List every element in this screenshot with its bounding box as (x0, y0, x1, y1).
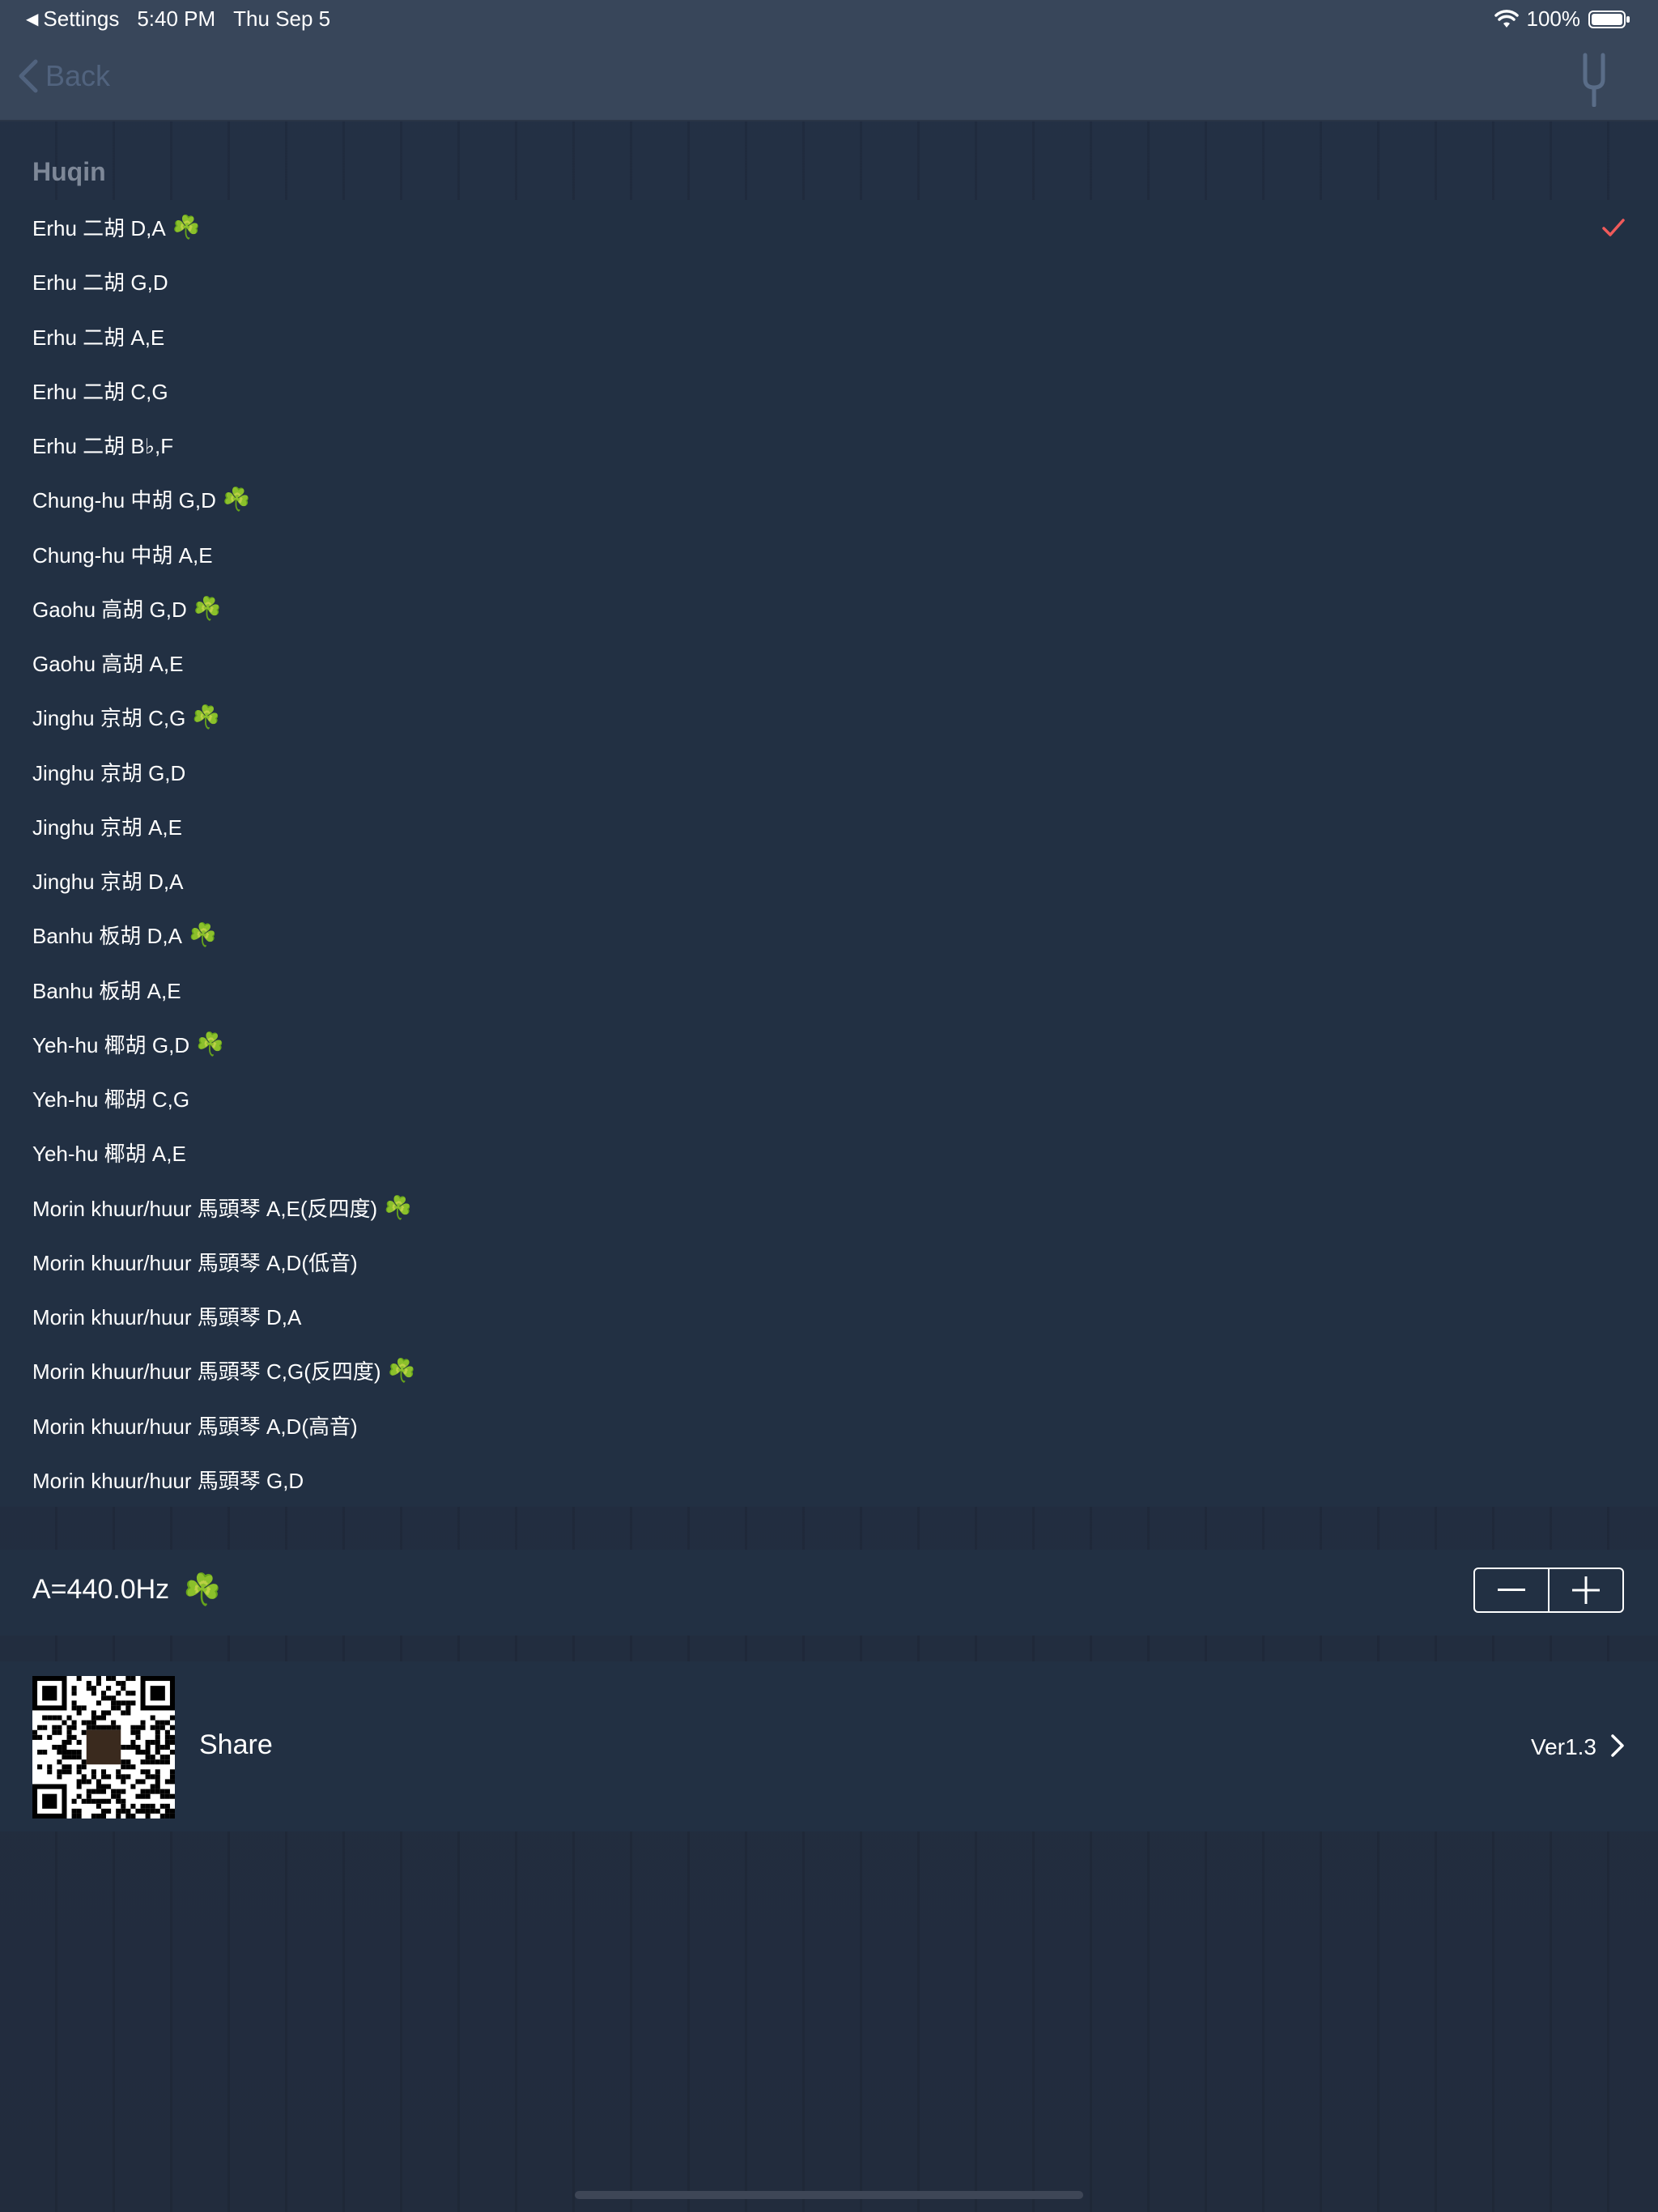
tuning-label: Morin khuur/huur 馬頭琴 D,A (32, 1305, 302, 1330)
status-left: ◀ Settings 5:40 PM Thu Sep 5 (26, 6, 330, 32)
tuning-list: Erhu 二胡 D,A ☘️ Erhu 二胡 G,D Erhu 二胡 A,E Erhu … (0, 200, 1658, 1507)
tuning-row[interactable]: Erhu 二胡 B♭,F (0, 418, 1658, 472)
tuning-row[interactable]: Banhu 板胡 D,A ☘️ (0, 908, 1658, 962)
tuning-row[interactable]: Morin khuur/huur 馬頭琴 G,D (0, 1453, 1658, 1507)
frequency-label: A=440.0Hz (32, 1574, 170, 1605)
clover-icon: ☘️ (222, 487, 251, 513)
back-label: Back (45, 59, 111, 92)
clover-icon: ☘️ (183, 1573, 222, 1607)
home-indicator (575, 2191, 1083, 2199)
tuning-label: Jinghu 京胡 C,G (32, 706, 186, 731)
tuning-row[interactable]: Gaohu 高胡 G,D ☘️ (0, 581, 1658, 636)
tuning-row[interactable]: Chung-hu 中胡 G,D ☘️ (0, 472, 1658, 526)
frequency-stepper[interactable] (1473, 1568, 1624, 1613)
tuning-label: Yeh-hu 椰胡 C,G (32, 1087, 190, 1112)
version-label: Ver1.3 (1531, 1734, 1596, 1759)
clover-icon: ☘️ (188, 922, 217, 948)
tuning-label: Jinghu 京胡 D,A (32, 870, 184, 895)
tuning-row[interactable]: Morin khuur/huur 馬頭琴 A,D(低音) (0, 1235, 1658, 1289)
tuning-row[interactable]: Erhu 二胡 G,D (0, 254, 1658, 308)
tuning-label: Yeh-hu 椰胡 A,E (32, 1142, 186, 1167)
clover-icon: ☘️ (193, 595, 222, 621)
status-time: 5:40 PM (137, 6, 216, 31)
tuning-row[interactable]: Jinghu 京胡 A,E (0, 799, 1658, 853)
tuning-label: Morin khuur/huur 馬頭琴 A,D(高音) (32, 1414, 358, 1439)
tuning-label: Banhu 板胡 D,A (32, 924, 182, 949)
wifi-icon (1494, 9, 1519, 29)
tuning-label: Jinghu 京胡 A,E (32, 815, 182, 840)
tuning-label: Gaohu 高胡 A,E (32, 652, 184, 677)
tuning-label: Erhu 二胡 C,G (32, 379, 168, 404)
clover-icon: ☘️ (172, 215, 201, 240)
checkmark-icon (1602, 218, 1625, 236)
tuning-row[interactable]: Morin khuur/huur 馬頭琴 A,E(反四度) ☘️ (0, 1180, 1658, 1235)
tuning-row[interactable]: Morin khuur/huur 馬頭琴 A,D(高音) (0, 1398, 1658, 1453)
tuning-row[interactable]: Banhu 板胡 A,E (0, 963, 1658, 1017)
tuning-label: Chung-hu 中胡 A,E (32, 542, 213, 568)
tuning-label: Morin khuur/huur 馬頭琴 A,E(反四度) (32, 1196, 378, 1221)
tuning-label: Erhu 二胡 D,A (32, 216, 166, 241)
return-app-label: Settings (43, 6, 120, 31)
tuning-row[interactable]: Jinghu 京胡 C,G ☘️ (0, 690, 1658, 744)
tuning-row[interactable]: Yeh-hu 椰胡 C,G (0, 1071, 1658, 1125)
clover-icon: ☘️ (384, 1194, 413, 1220)
plus-icon (1572, 1576, 1600, 1604)
battery-icon (1588, 10, 1630, 29)
tuning-row[interactable]: Yeh-hu 椰胡 A,E (0, 1125, 1658, 1180)
tuning-fork-icon[interactable] (1580, 52, 1608, 111)
tuning-row[interactable]: Gaohu 高胡 A,E (0, 636, 1658, 690)
navigation-bar: Back (0, 37, 1658, 121)
tuning-row[interactable]: Morin khuur/huur 馬頭琴 C,G(反四度) ☘️ (0, 1343, 1658, 1397)
tuning-label: Gaohu 高胡 G,D (32, 597, 187, 622)
tuning-row[interactable]: Erhu 二胡 C,G (0, 364, 1658, 418)
tuning-label: Erhu 二胡 A,E (32, 325, 165, 350)
return-to-app-button[interactable]: ◀ Settings (26, 6, 119, 32)
tuning-label: Morin khuur/huur 馬頭琴 C,G(反四度) (32, 1359, 381, 1385)
minus-icon (1498, 1589, 1525, 1591)
back-button[interactable]: Back (18, 58, 110, 94)
battery-percent: 100% (1526, 6, 1581, 31)
tuning-row[interactable]: Chung-hu 中胡 A,E (0, 527, 1658, 581)
status-bar: ◀ Settings 5:40 PM Thu Sep 5 100% (0, 0, 1658, 37)
clover-icon: ☘️ (192, 704, 221, 730)
tuning-row[interactable]: Jinghu 京胡 D,A (0, 853, 1658, 908)
section-header-huqin: Huqin (32, 157, 106, 186)
chevron-right-icon (1611, 1734, 1624, 1757)
tuning-label: Yeh-hu 椰胡 G,D (32, 1032, 190, 1057)
screen: ◀ Settings 5:40 PM Thu Sep 5 100% Back H… (0, 0, 1658, 2212)
decrement-button[interactable] (1475, 1569, 1548, 1611)
back-triangle-icon: ◀ (26, 11, 39, 28)
status-date: Thu Sep 5 (233, 6, 331, 31)
tuning-row[interactable]: Jinghu 京胡 G,D (0, 745, 1658, 799)
tuning-label: Morin khuur/huur 馬頭琴 A,D(低音) (32, 1250, 358, 1275)
chevron-left-icon (19, 59, 38, 93)
tuning-label: Erhu 二胡 G,D (32, 270, 168, 296)
share-label: Share (199, 1729, 273, 1760)
qr-code-icon (32, 1676, 175, 1819)
tuning-row[interactable]: Erhu 二胡 D,A ☘️ (0, 200, 1658, 254)
tuning-row[interactable]: Erhu 二胡 A,E (0, 309, 1658, 364)
share-row[interactable]: Share Ver1.3 (0, 1661, 1658, 1831)
tuning-label: Banhu 板胡 A,E (32, 978, 181, 1003)
increment-button[interactable] (1550, 1569, 1622, 1611)
tuning-label: Chung-hu 中胡 G,D (32, 488, 216, 513)
tuning-label: Morin khuur/huur 馬頭琴 G,D (32, 1468, 304, 1493)
status-right: 100% (1494, 6, 1631, 32)
tuning-label: Erhu 二胡 B♭,F (32, 434, 174, 459)
clover-icon: ☘️ (387, 1358, 416, 1384)
tuning-row[interactable]: Morin khuur/huur 馬頭琴 D,A (0, 1289, 1658, 1343)
tuning-row[interactable]: Yeh-hu 椰胡 G,D ☘️ (0, 1017, 1658, 1071)
clover-icon: ☘️ (196, 1031, 224, 1057)
tuning-label: Jinghu 京胡 G,D (32, 760, 186, 785)
frequency-row: A=440.0Hz ☘️ (0, 1550, 1658, 1636)
